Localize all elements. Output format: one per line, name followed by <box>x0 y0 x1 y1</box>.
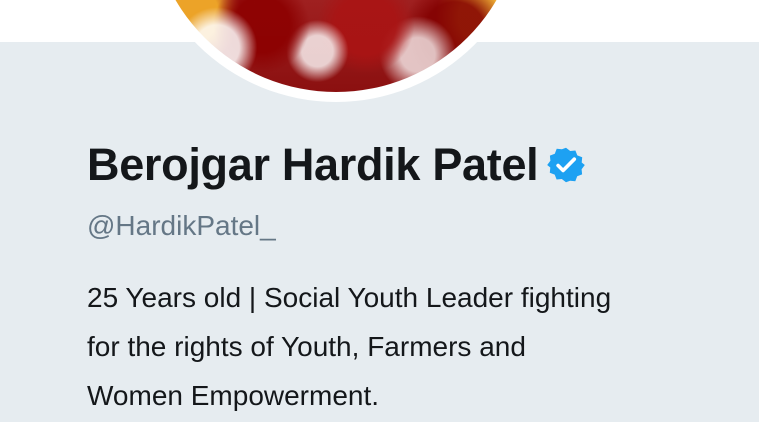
name-row: Berojgar Hardik Patel <box>87 137 737 193</box>
verified-badge-icon <box>547 147 586 183</box>
profile-photo <box>150 0 522 92</box>
profile-info: Berojgar Hardik Patel @HardikPatel_ 25 Y… <box>87 137 737 420</box>
profile-handle[interactable]: @HardikPatel_ <box>87 209 737 243</box>
profile-avatar[interactable] <box>140 0 532 102</box>
profile-display-name: Berojgar Hardik Patel <box>87 139 539 190</box>
profile-bio: 25 Years old | Social Youth Leader fight… <box>87 282 612 411</box>
